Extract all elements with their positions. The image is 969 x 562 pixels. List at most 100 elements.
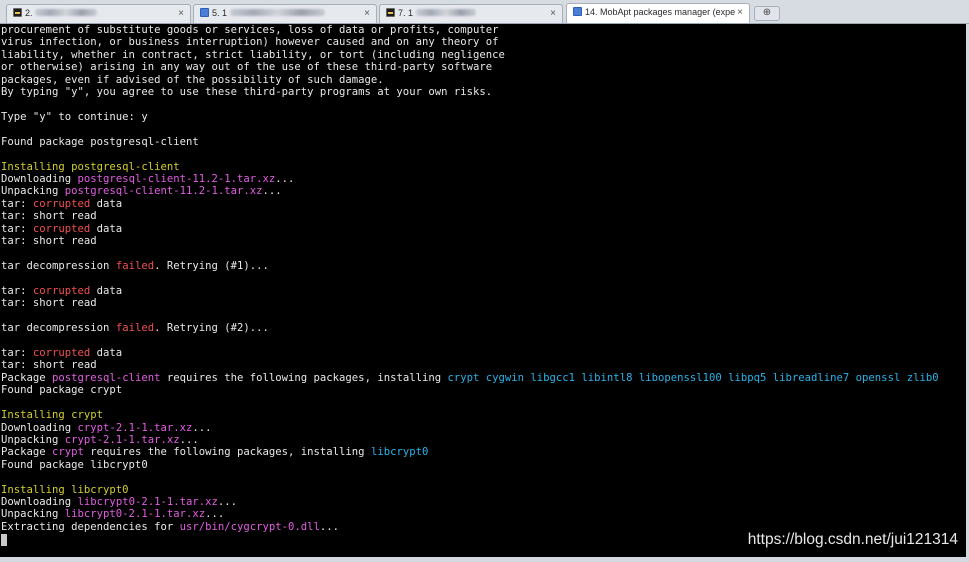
tab-label: 14. MobApt packages manager (expe — [585, 7, 736, 17]
terminal-line: Installing crypt — [0, 409, 966, 421]
terminal-text: ... — [275, 173, 295, 186]
terminal-line: tar: corrupted data — [0, 285, 966, 297]
terminal-text: Type "y" to continue: y — [1, 110, 148, 123]
terminal-text: crypt cygwin libgcc1 libintl8 libopenssl… — [447, 371, 939, 384]
terminal-line: liability, whether in contract, strict l… — [0, 49, 966, 61]
terminal-line: tar decompression failed. Retrying (#1).… — [0, 260, 966, 272]
terminal-line: Downloading crypt-2.1-1.tar.xz... — [0, 422, 966, 434]
terminal-line: Package postgresql-client requires the f… — [0, 372, 966, 384]
tab-session-5[interactable]: 5. 1 × — [193, 4, 377, 23]
terminal-text: Unpacking — [1, 508, 65, 521]
terminal-line: Package crypt requires the following pac… — [0, 446, 966, 458]
terminal-text: . Retrying (#1)... — [154, 260, 269, 273]
terminal-text: requires the following packages, install… — [160, 371, 448, 384]
terminal-line: Type "y" to continue: y — [0, 111, 966, 123]
terminal-text: corrupted — [32, 284, 91, 297]
terminal-text: Installing postgresql-client — [1, 160, 180, 173]
terminal-text: tar decompression — [1, 260, 116, 273]
terminal-icon — [386, 8, 395, 17]
terminal-text: Downloading — [1, 173, 78, 186]
terminal-text: libcrypt0 — [370, 446, 429, 459]
terminal-text: failed — [115, 322, 155, 335]
terminal-text: Downloading — [1, 496, 78, 509]
terminal-line: Unpacking postgresql-client-11.2-1.tar.x… — [0, 185, 966, 197]
terminal-text: Found package crypt — [1, 384, 123, 397]
terminal-line: Installing libcrypt0 — [0, 484, 966, 496]
terminal-text: crypt — [52, 446, 84, 459]
terminal-line: tar: corrupted data — [0, 347, 966, 359]
terminal-text: Installing libcrypt0 — [1, 483, 129, 496]
terminal-text: ... — [217, 496, 238, 509]
terminal-line: Unpacking crypt-2.1-1.tar.xz... — [0, 434, 966, 446]
terminal-text: tar: — [1, 346, 33, 359]
terminal-text: Package — [1, 446, 53, 459]
terminal-line: tar: corrupted data — [0, 223, 966, 235]
window-bottom-edge — [0, 557, 969, 562]
terminal-text: Unpacking — [1, 433, 65, 446]
terminal-text: data — [90, 284, 123, 297]
tab-label: 5. 1 — [212, 8, 228, 18]
terminal-text: crypt-2.1-1.tar.xz — [77, 421, 193, 434]
terminal-line: Found package postgresql-client — [0, 136, 966, 148]
terminal-text: tar: — [1, 284, 33, 297]
terminal-icon — [13, 8, 22, 17]
terminal-text: corrupted — [32, 346, 91, 359]
terminal-output[interactable]: procurement of substitute goods or servi… — [0, 24, 966, 557]
terminal-text: data — [90, 346, 123, 359]
terminal-line: Found package libcrypt0 — [0, 459, 966, 471]
terminal-text: tar: short read — [1, 210, 97, 223]
terminal-line: tar: corrupted data — [0, 198, 966, 210]
terminal-text: ... — [205, 508, 225, 521]
close-tab-icon[interactable]: × — [178, 5, 184, 22]
terminal-text: Extracting dependencies for — [1, 520, 180, 533]
terminal-line: or otherwise) arising in any way out of … — [0, 61, 966, 73]
terminal-text: Found package libcrypt0 — [1, 458, 148, 471]
terminal-text: Installing crypt — [1, 409, 104, 422]
terminal-text: libcrypt0-2.1-1.tar.xz — [64, 508, 206, 521]
terminal-text: tar: short read — [1, 235, 97, 248]
tab-bar: 2. × 5. 1 × 7. 1 × 14. MobApt packages m… — [0, 0, 969, 24]
terminal-text: ... — [319, 520, 340, 533]
terminal-text: tar: — [1, 222, 33, 235]
terminal-text: corrupted — [32, 222, 91, 235]
close-tab-icon[interactable]: × — [550, 5, 556, 22]
terminal-text: data — [90, 197, 123, 210]
tab-mobapt-packages-manager[interactable]: 14. MobApt packages manager (expe × — [566, 3, 750, 23]
redacted-tab-title — [415, 9, 476, 16]
tab-session-7[interactable]: 7. 1 × — [379, 4, 563, 23]
terminal-text: Unpacking — [1, 185, 65, 198]
terminal-line: Found package crypt — [0, 384, 966, 396]
terminal-text: Package — [1, 371, 53, 384]
terminal-line: tar: short read — [0, 210, 966, 222]
new-tab-button[interactable]: ⊕ — [754, 6, 780, 21]
terminal-line: tar: short read — [0, 359, 966, 371]
terminal-line: procurement of substitute goods or servi… — [0, 24, 966, 36]
tab-session-2[interactable]: 2. × — [6, 4, 191, 23]
close-tab-icon[interactable]: × — [364, 5, 370, 22]
tab-label: 7. 1 — [398, 8, 414, 18]
terminal-text: tar: short read — [1, 359, 97, 372]
terminal-lines: procurement of substitute goods or servi… — [0, 24, 966, 533]
terminal-text: postgresql-client-11.2-1.tar.xz — [77, 173, 276, 186]
redacted-tab-title — [229, 9, 325, 16]
terminal-line: packages, even if advised of the possibi… — [0, 74, 966, 86]
terminal-text: requires the following packages, install… — [83, 446, 371, 459]
terminal-text: tar: — [1, 197, 33, 210]
terminal-line: Installing postgresql-client — [0, 161, 966, 173]
close-tab-icon[interactable]: × — [735, 4, 743, 21]
terminal-line: tar: short read — [0, 297, 966, 309]
terminal-text: Found package postgresql-client — [1, 135, 199, 148]
terminal-text: or otherwise) arising in any way out of … — [1, 61, 493, 74]
terminal-text: packages, even if advised of the possibi… — [1, 73, 384, 86]
terminal-text: liability, whether in contract, strict l… — [1, 48, 505, 61]
text-cursor — [1, 534, 7, 546]
watermark: https://blog.csdn.net/jui121314 — [747, 531, 958, 548]
terminal-text: procurement of substitute goods or servi… — [1, 24, 499, 36]
